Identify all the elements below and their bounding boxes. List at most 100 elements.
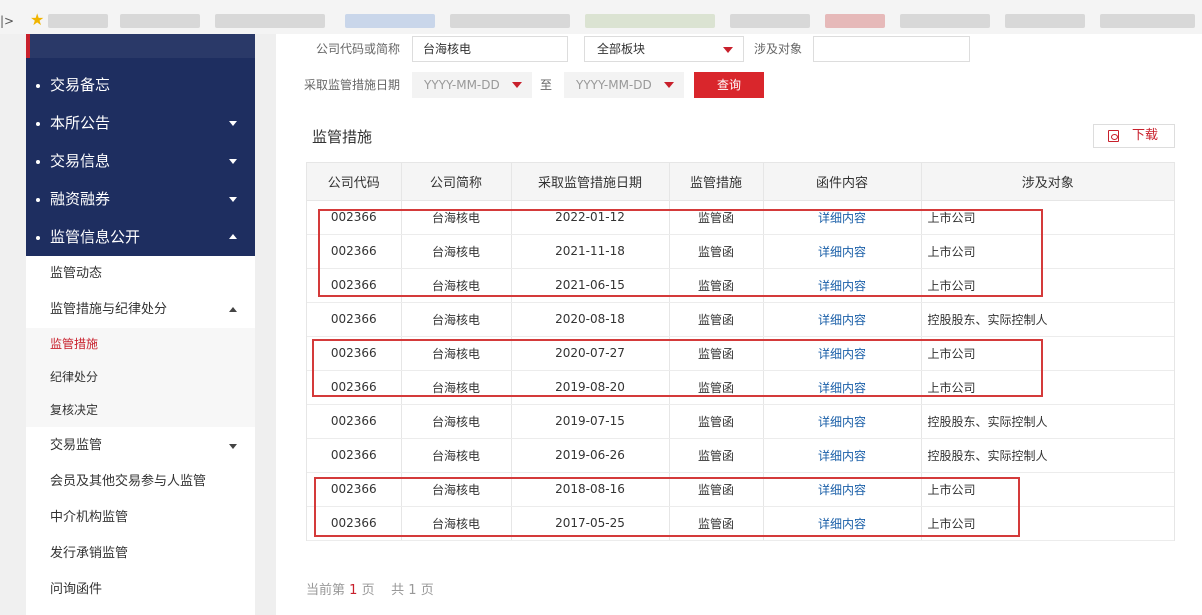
sidebar-item-label: 中介机构监管 <box>50 510 129 525</box>
detail-link[interactable]: 详细内容 <box>818 279 866 293</box>
detail-link[interactable]: 详细内容 <box>818 313 866 327</box>
blurred-bookmark[interactable] <box>450 14 570 28</box>
pager-page-unit: 页 <box>361 583 375 598</box>
detail-link[interactable]: 详细内容 <box>818 483 866 497</box>
sidebar-item-trading-info[interactable]: 交易信息 <box>26 142 255 180</box>
cell-name: 台海核电 <box>401 200 512 235</box>
cell-object: 上市公司 <box>921 200 1174 235</box>
blurred-bookmark[interactable] <box>120 14 200 28</box>
detail-link[interactable]: 详细内容 <box>818 245 866 259</box>
pager-current-page[interactable]: 1 <box>349 583 357 598</box>
cell-content: 详细内容 <box>763 302 922 337</box>
column-header[interactable]: 函件内容 <box>763 163 922 201</box>
cell-name: 台海核电 <box>401 404 512 439</box>
sidebar-item-regulatory-news[interactable]: 监管动态 <box>26 256 255 292</box>
dropdown-caret-icon <box>664 82 674 88</box>
cell-code: 002366 <box>307 234 402 269</box>
cell-date: 2019-08-20 <box>511 370 670 405</box>
cell-object: 上市公司 <box>921 472 1174 507</box>
column-header[interactable]: 涉及对象 <box>921 163 1174 201</box>
star-icon[interactable]: ★ <box>30 12 44 28</box>
detail-link[interactable]: 详细内容 <box>818 347 866 361</box>
involved-input[interactable] <box>813 36 970 62</box>
query-button[interactable]: 查询 <box>694 72 764 98</box>
company-input[interactable]: 台海核电 <box>412 36 568 62</box>
cell-measure: 监管函 <box>669 438 764 473</box>
cell-content: 详细内容 <box>763 404 922 439</box>
blurred-bookmark[interactable] <box>825 14 885 28</box>
sidebar-item-member-supervision[interactable]: 会员及其他交易参与人监管 <box>26 464 255 500</box>
detail-link[interactable]: 详细内容 <box>818 449 866 463</box>
table-row: 002366 台海核电 2020-07-27 监管函 详细内容 上市公司 <box>307 336 1174 371</box>
cell-date: 2019-07-15 <box>511 404 670 439</box>
chevron-down-icon <box>229 197 237 202</box>
cell-content: 详细内容 <box>763 472 922 507</box>
sidebar-item-underwriting-supervision[interactable]: 发行承销监管 <box>26 536 255 572</box>
date-to-select[interactable]: YYYY-MM-DD <box>564 72 684 98</box>
table-row: 002366 台海核电 2019-06-26 监管函 详细内容 控股股东、实际控制人 <box>307 438 1174 473</box>
cell-name: 台海核电 <box>401 268 512 303</box>
sidebar-item-trading-supervision[interactable]: 交易监管 <box>26 428 255 464</box>
cell-code: 002366 <box>307 336 402 371</box>
sidebar-item-review-decisions[interactable]: 复核决定 <box>26 394 255 427</box>
table-row: 002366 台海核电 2018-08-16 监管函 详细内容 上市公司 <box>307 472 1174 507</box>
blurred-bookmark[interactable] <box>48 14 108 28</box>
sidebar-item-inquiry-letters[interactable]: 问询函件 <box>26 572 255 608</box>
sidebar-item-margin-trading[interactable]: 融资融券 <box>26 180 255 218</box>
cell-measure: 监管函 <box>669 200 764 235</box>
sidebar-item-label: 问询函件 <box>50 582 103 597</box>
detail-link[interactable]: 详细内容 <box>818 381 866 395</box>
chevron-down-icon <box>229 121 237 126</box>
sidebar-item-trading-memo[interactable]: 交易备忘 <box>26 66 255 104</box>
involved-filter-label: 涉及对象 <box>754 42 803 56</box>
cell-content: 详细内容 <box>763 370 922 405</box>
sidebar-item-regulatory-disclosure[interactable]: 监管信息公开 <box>26 218 255 256</box>
cell-code: 002366 <box>307 404 402 439</box>
board-select[interactable]: 全部板块 <box>584 36 744 62</box>
detail-link[interactable]: 详细内容 <box>818 517 866 531</box>
sidebar-item-measures-and-discipline[interactable]: 监管措施与纪律处分 <box>26 292 255 328</box>
cell-measure: 监管函 <box>669 268 764 303</box>
sidebar-gap <box>255 34 276 615</box>
sidebar-primary-nav: 交易备忘 本所公告 交易信息 融资融券 监管信息公开 <box>26 34 255 256</box>
column-header[interactable]: 监管措施 <box>669 163 764 201</box>
cell-name: 台海核电 <box>401 370 512 405</box>
table-row: 002366 台海核电 2020-08-18 监管函 详细内容 控股股东、实际控制人 <box>307 302 1174 337</box>
cell-date: 2021-11-18 <box>511 234 670 269</box>
column-header[interactable]: 公司代码 <box>307 163 402 201</box>
cell-measure: 监管函 <box>669 370 764 405</box>
blurred-bookmark[interactable] <box>215 14 325 28</box>
dropdown-caret-icon <box>723 47 733 53</box>
cell-content: 详细内容 <box>763 336 922 371</box>
blurred-bookmark[interactable] <box>730 14 810 28</box>
sidebar-item-label: 监管信息公开 <box>50 228 141 246</box>
cell-object: 控股股东、实际控制人 <box>921 302 1174 337</box>
cell-content: 详细内容 <box>763 268 922 303</box>
date-from-select[interactable]: YYYY-MM-DD <box>412 72 532 98</box>
cell-content: 详细内容 <box>763 506 922 541</box>
blurred-bookmark[interactable] <box>585 14 715 28</box>
column-header[interactable]: 公司简称 <box>401 163 512 201</box>
sidebar-item-intermediary-supervision[interactable]: 中介机构监管 <box>26 500 255 536</box>
sidebar-item-label: 监管措施 <box>50 337 99 351</box>
detail-link[interactable]: 详细内容 <box>818 415 866 429</box>
main-content: 公司代码或简称 台海核电 全部板块 涉及对象 采取监管措施日期 YYYY-MM-… <box>276 34 1202 615</box>
sidebar-item-announcements[interactable]: 本所公告 <box>26 104 255 142</box>
download-button[interactable]: 下载 <box>1093 124 1175 148</box>
sidebar-item-label: 本所公告 <box>50 114 111 132</box>
chevron-down-icon <box>229 444 237 449</box>
column-header[interactable]: 采取监管措施日期 <box>511 163 670 201</box>
blurred-bookmark[interactable] <box>1005 14 1085 28</box>
table-row: 002366 台海核电 2021-11-18 监管函 详细内容 上市公司 <box>307 234 1174 269</box>
sidebar-item-disciplinary-actions[interactable]: 纪律处分 <box>26 361 255 394</box>
section-title: 监管措施 <box>312 128 373 146</box>
detail-link[interactable]: 详细内容 <box>818 211 866 225</box>
blurred-bookmark[interactable] <box>900 14 990 28</box>
company-filter-label: 公司代码或简称 <box>316 42 401 56</box>
cell-measure: 监管函 <box>669 506 764 541</box>
blurred-bookmark[interactable] <box>345 14 435 28</box>
sidebar-item-regulatory-measures[interactable]: 监管措施 <box>26 328 255 361</box>
cell-measure: 监管函 <box>669 472 764 507</box>
measures-table: 公司代码 公司简称 采取监管措施日期 监管措施 函件内容 涉及对象 002366… <box>306 162 1175 541</box>
blurred-bookmark[interactable] <box>1100 14 1195 28</box>
